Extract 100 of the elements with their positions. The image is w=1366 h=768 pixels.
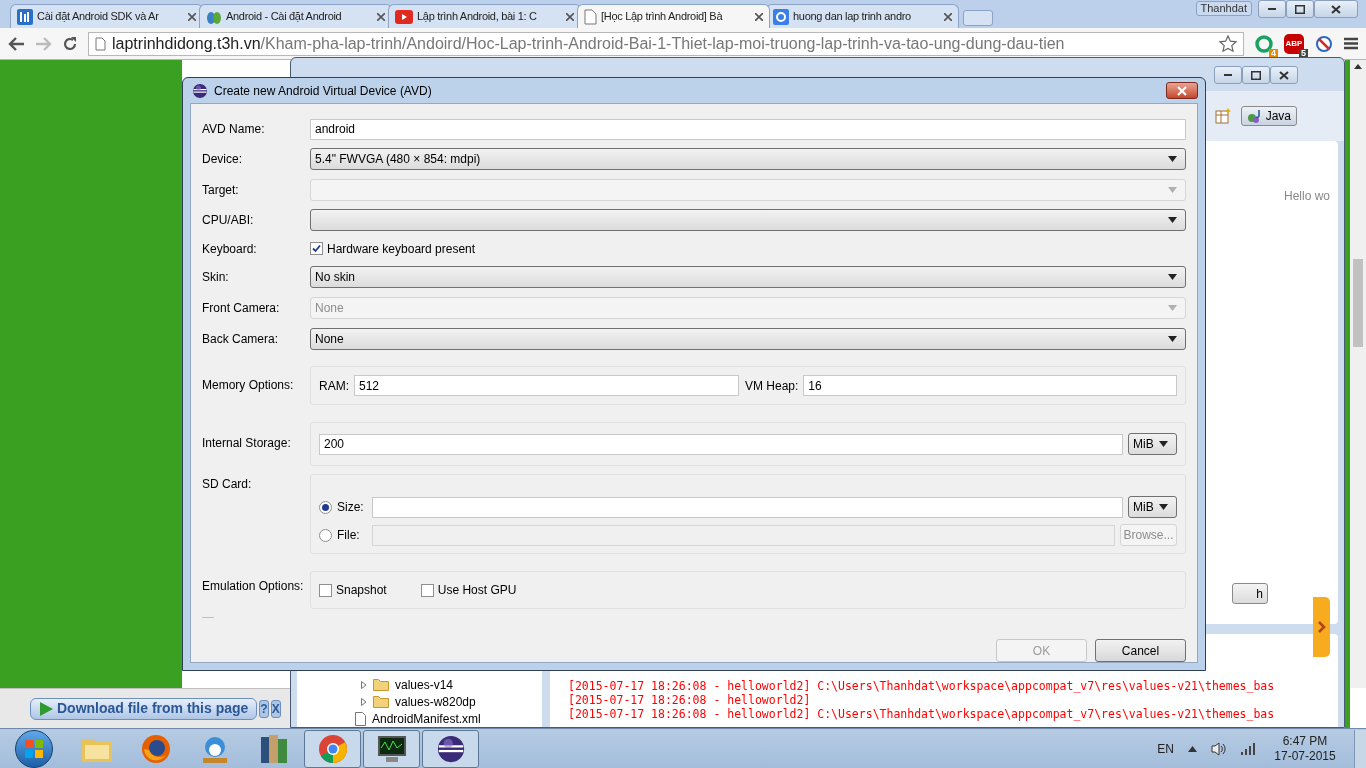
close-icon[interactable]: [188, 12, 196, 21]
scroll-up-icon[interactable]: [1354, 64, 1362, 69]
radio-button[interactable]: [319, 500, 332, 514]
name-field[interactable]: android: [310, 118, 1186, 140]
dropdown[interactable]: 5.4" FWVGA (480 × 854: mdpi): [310, 148, 1186, 170]
profile-name[interactable]: Thanhdat: [1195, 1, 1252, 16]
field-label: VM Heap:: [745, 377, 799, 395]
tab-title: Android - Cài đặt Android: [226, 9, 343, 25]
scrollbar[interactable]: [1350, 60, 1366, 688]
field-label: Device:: [202, 151, 243, 168]
checkbox[interactable]: [319, 583, 332, 597]
browser-tab[interactable]: [Học Lập trình Android] Bà: [577, 4, 770, 28]
action-button[interactable]: h: [1232, 583, 1268, 604]
size-field[interactable]: [372, 496, 1123, 518]
dropdown[interactable]: MiB: [1128, 496, 1177, 518]
minimize-icon: [1268, 8, 1276, 10]
tab-title: [Học Lập trình Android] Bà: [601, 9, 724, 25]
caret-icon: [1168, 335, 1177, 342]
group-label: Internal Storage:: [202, 435, 292, 452]
language-indicator[interactable]: EN: [1157, 739, 1174, 758]
field-label: CPU/ABI:: [202, 212, 255, 229]
field-label: AVD Name:: [202, 121, 266, 138]
reload-icon[interactable]: [62, 35, 78, 52]
radio-label[interactable]: Size:: [337, 498, 367, 516]
field-label: Front Camera:: [202, 299, 281, 317]
eclipse-icon: [435, 733, 466, 764]
close-icon[interactable]: [566, 12, 574, 21]
volume-icon[interactable]: [1211, 741, 1227, 756]
address-bar[interactable]: laptrinhdidong.t3h.vn/Kham-pha-lap-trinh/Andoird/Hoc-Lap-trinh-Android-Bai-1-Thiet-lap-moi-truong-lap-trinh-va-tao-ung-dung-dau-tien: [88, 31, 1244, 56]
signal-icon[interactable]: [1241, 742, 1256, 755]
dialog-button[interactable]: Cancel: [1095, 639, 1186, 662]
field-label: Back Camera:: [202, 330, 280, 348]
close-icon[interactable]: [755, 12, 763, 21]
close-icon: [1279, 70, 1289, 80]
group-label: SD Card:: [202, 476, 253, 493]
radio-button[interactable]: [319, 528, 332, 542]
extension-button[interactable]: [1314, 33, 1334, 54]
tree-item[interactable]: AndroidManifest.xml: [372, 709, 481, 727]
dropdown[interactable]: No skin: [310, 266, 1186, 288]
tree-item[interactable]: values-v14: [395, 675, 454, 694]
menu-icon[interactable]: [1344, 37, 1358, 50]
tray-arrow-icon[interactable]: [1188, 745, 1197, 752]
checkbox[interactable]: [310, 242, 323, 255]
checkbox-label[interactable]: Hardware keyboard present: [327, 239, 476, 258]
field-label: Skin:: [202, 269, 230, 286]
badge: 4: [1269, 48, 1278, 58]
star-icon[interactable]: [1219, 34, 1237, 53]
books-icon: [258, 732, 289, 765]
caret-icon: [1168, 156, 1177, 162]
page-icon: [95, 36, 106, 51]
storage-field[interactable]: 200: [319, 433, 1123, 455]
taskbar-button[interactable]: [363, 729, 420, 768]
radio-label[interactable]: File:: [337, 526, 367, 544]
caret-icon: [1168, 186, 1177, 193]
dropdown[interactable]: None: [310, 327, 1186, 350]
minimize-button[interactable]: [1214, 66, 1242, 84]
download-button[interactable]: Download file from this page: [30, 697, 258, 720]
scrollbar-thumb[interactable]: [1353, 259, 1363, 347]
close-icon: [1331, 4, 1341, 14]
chrome-icon: [317, 733, 348, 764]
dropdown[interactable]: MiB: [1128, 433, 1177, 455]
eclipse-icon: [192, 82, 208, 99]
checkbox-label[interactable]: Snapshot: [336, 581, 387, 599]
close-button[interactable]: X: [270, 699, 281, 718]
start-button[interactable]: [15, 729, 53, 768]
side-tab[interactable]: [1313, 597, 1330, 657]
back-icon[interactable]: [8, 36, 25, 51]
url-text: laptrinhdidong.t3h.vn/Kham-pha-lap-trinh/Andoird/Hoc-Lap-trinh-Android-Bai-1-Thiet-lap-moi-truong-lap-trinh-va-tao-ung-dung-dau-tien: [112, 33, 1066, 54]
perspective-button[interactable]: Java: [1240, 106, 1297, 126]
clock[interactable]: 6:47 PM 17-07-2015: [1270, 733, 1340, 764]
chevron-right-icon: [1317, 621, 1326, 633]
taskbar-button[interactable]: [422, 729, 479, 768]
page-icon: [584, 8, 597, 25]
maximize-button[interactable]: [1286, 0, 1314, 18]
dropdown[interactable]: [310, 209, 1186, 231]
checkbox[interactable]: [420, 583, 434, 597]
caret-icon: [1168, 304, 1177, 311]
close-icon[interactable]: [377, 12, 385, 21]
layout-icon[interactable]: [1214, 108, 1231, 124]
field-label: Keyboard:: [202, 240, 258, 258]
ram-field[interactable]: 512: [354, 375, 739, 396]
group-label: Memory Options:: [202, 377, 295, 394]
close-button[interactable]: [1166, 82, 1198, 99]
tree-item[interactable]: values-w820dp: [395, 692, 476, 711]
console-line: [2015-07-17 18:26:08 - helloworld2]: [568, 693, 812, 707]
close-button[interactable]: [1270, 66, 1298, 84]
help-button[interactable]: ?: [259, 699, 269, 718]
tab-title: Lập trình Android, bài 1: C: [417, 9, 538, 25]
minimize-button[interactable]: [1258, 0, 1286, 18]
checkbox-label[interactable]: Use Host GPU: [437, 581, 517, 599]
console-line: [2015-07-17 18:26:08 - helloworld2] C:\Users\Thanhdat\workspace\appcompat_v7\res\values-v21\themes_bas: [568, 679, 1276, 693]
field-label: Target:: [202, 181, 240, 199]
caret-icon: [1159, 441, 1168, 447]
close-button[interactable]: [1314, 0, 1358, 18]
caret-icon: [1168, 274, 1177, 280]
caret-icon: [1168, 217, 1177, 223]
maximize-button[interactable]: [1242, 66, 1270, 84]
close-icon[interactable]: [944, 12, 952, 21]
maximize-icon: [1295, 4, 1305, 14]
heap-field[interactable]: 16: [803, 375, 1177, 396]
